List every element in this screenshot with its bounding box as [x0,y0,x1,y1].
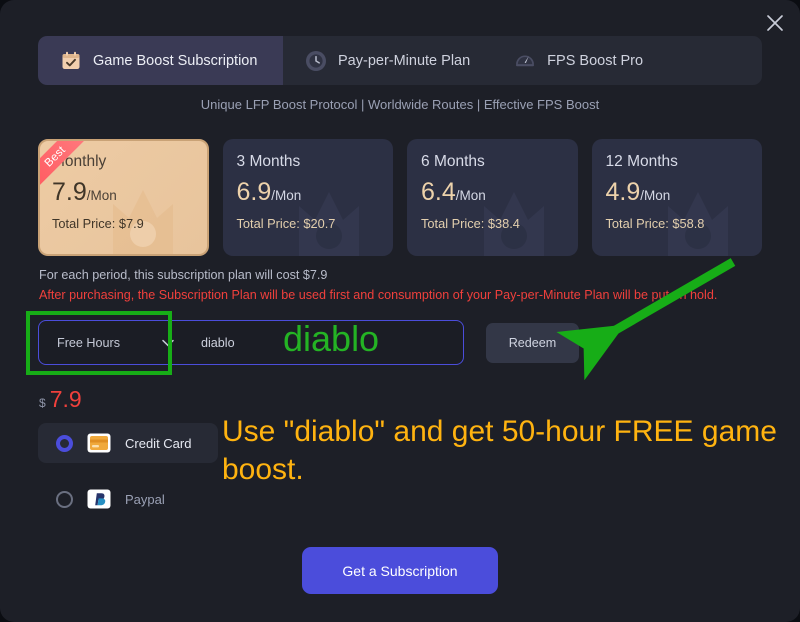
payment-method-label: Paypal [125,491,165,507]
close-icon[interactable] [760,8,790,38]
plan-price-unit: /Mon [455,188,486,203]
tab-pay-per-minute-plan[interactable]: Pay-per-Minute Plan [283,36,492,85]
annotation-promo-text: Use "diablo" and get 50-hour FREE game b… [222,415,777,487]
tab-label: Game Boost Subscription [93,52,258,69]
coupon-field: Free Hours [38,320,464,365]
plan-price-value: 4.9 [605,178,641,206]
calendar-check-icon [60,50,82,72]
plan-price-unit: /Mon [86,188,117,203]
redeem-button[interactable]: Redeem [486,323,579,363]
annotation-overlay: diablo Use "diablo" and get 50-hour FREE… [0,0,800,622]
currency-symbol: $ [39,396,46,410]
chevron-down-icon [162,334,174,352]
plan-price-unit: /Mon [271,188,302,203]
plan-total-price: Total Price: $38.4 [421,216,520,231]
plan-card-6-months[interactable]: 6 Months 6.4/Mon Total Price: $38.4 [407,139,578,256]
plan-price-unit: /Mon [640,188,671,203]
plan-price-value: 6.9 [236,178,272,206]
tab-label: Pay-per-Minute Plan [338,52,471,69]
plan-type-tabs: Game Boost Subscription Pay-per-Minute P… [38,36,762,85]
coupon-type-select[interactable]: Free Hours [39,321,187,364]
coupon-code-input[interactable] [187,321,463,364]
plan-title: 6 Months [421,153,485,170]
plan-card-12-months[interactable]: 12 Months 4.9/Mon Total Price: $58.8 [591,139,763,256]
tab-label: FPS Boost Pro [547,52,644,69]
radio-icon[interactable] [56,490,73,508]
plan-price: 4.9/Mon [606,180,763,205]
clock-icon [305,50,327,72]
plan-total-price: Total Price: $7.9 [52,216,144,231]
plan-price: 6.4/Mon [421,180,578,205]
speedometer-icon [514,50,536,72]
annotation-arrow-icon [556,258,736,381]
payment-method-credit-card[interactable]: Credit Card [38,423,218,463]
plan-card-monthly[interactable]: Best Monthly 7.9/Mon Total Price: $7.9 [38,139,209,256]
tagline: Unique LFP Boost Protocol | Worldwide Ro… [200,97,600,112]
tab-game-boost-subscription[interactable]: Game Boost Subscription [38,36,283,85]
subscription-warning-note: After purchasing, the Subscription Plan … [39,288,718,302]
plan-price: 7.9/Mon [52,180,207,205]
subscription-dialog: Game Boost Subscription Pay-per-Minute P… [0,0,800,622]
coupon-type-value: Free Hours [57,335,120,350]
plan-price-value: 7.9 [52,178,87,206]
payment-method-list: Credit Card Paypal [38,423,218,519]
total-amount: 7.9 [49,386,82,412]
plan-total-price: Total Price: $58.8 [605,216,705,231]
payment-method-paypal[interactable]: Paypal [38,479,218,519]
tab-fps-boost-pro[interactable]: FPS Boost Pro [492,36,665,85]
credit-card-icon [87,433,111,453]
period-cost-note: For each period, this subscription plan … [39,268,328,282]
plan-card-3-months[interactable]: 3 Months 6.9/Mon Total Price: $20.7 [222,139,394,256]
radio-icon[interactable] [56,434,73,452]
plan-title: 12 Months [605,153,678,170]
total-price: $ 7.9 [39,386,82,413]
plan-card-list: Best Monthly 7.9/Mon Total Price: $7.9 3… [38,139,763,256]
plan-price: 6.9/Mon [237,180,394,205]
get-subscription-button[interactable]: Get a Subscription [302,547,498,594]
paypal-icon [87,489,111,509]
plan-total-price: Total Price: $20.7 [236,216,336,231]
plan-price-value: 6.4 [421,178,456,206]
payment-method-label: Credit Card [125,435,192,451]
plan-title: Monthly [52,153,107,170]
plan-title: 3 Months [236,153,301,170]
